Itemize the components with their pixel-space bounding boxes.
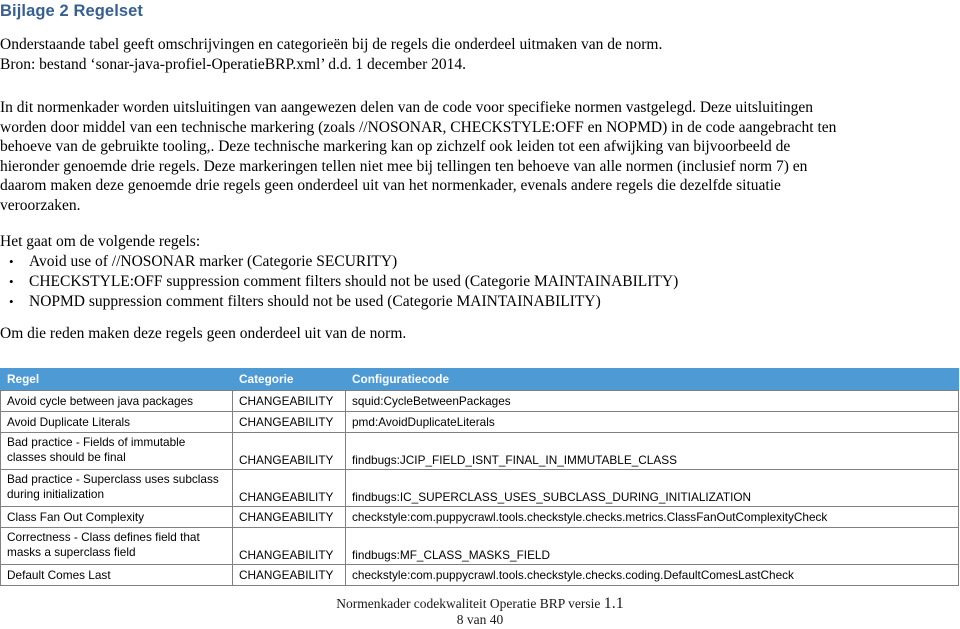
column-header-categorie: Categorie <box>232 368 346 391</box>
cell-regel: Bad practice - Superclass uses subclass … <box>0 469 233 507</box>
cell-configuratiecode: checkstyle:com.puppycrawl.tools.checksty… <box>345 564 959 586</box>
list-closing-text: Om die reden maken deze regels geen onde… <box>0 325 407 342</box>
cell-configuratiecode: checkstyle:com.puppycrawl.tools.checksty… <box>345 506 959 528</box>
cell-regel-line: classes should be final <box>7 449 126 464</box>
cell-categorie: CHANGEABILITY <box>232 469 346 507</box>
intro-line-1: Onderstaande tabel geeft omschrijvingen … <box>0 36 663 53</box>
list-item: • CHECKSTYLE:OFF suppression comment fil… <box>0 272 900 292</box>
cell-regel: Correctness - Class defines field that m… <box>0 527 233 565</box>
cell-regel-line: Avoid Duplicate Literals <box>7 414 131 429</box>
cell-categorie: CHANGEABILITY <box>232 411 346 433</box>
list-item: • Avoid use of //NOSONAR marker (Categor… <box>0 252 900 272</box>
cell-categorie: CHANGEABILITY <box>232 506 346 528</box>
paragraph-line-5: daarom maken deze genoemde drie regels g… <box>0 177 781 195</box>
paragraph-line-6: veroorzaken. <box>0 196 81 214</box>
table-header-row: Regel Categorie Configuratiecode <box>0 368 959 391</box>
cell-regel-line: Bad practice - Fields of immutable <box>7 435 186 449</box>
cell-configuratiecode: findbugs:JCIP_FIELD_ISNT_FINAL_IN_IMMUTA… <box>345 432 959 470</box>
cell-regel-line: Correctness - Class defines field that <box>7 530 200 544</box>
rules-table: Regel Categorie Configuratiecode Avoid c… <box>0 368 959 586</box>
cell-configuratiecode: pmd:AvoidDuplicateLiterals <box>345 411 959 433</box>
document-page: Bijlage 2 Regelset Onderstaande tabel ge… <box>0 0 960 629</box>
cell-categorie: CHANGEABILITY <box>232 390 346 412</box>
paragraph-line-4: hieronder genoemde drie regels. Deze mar… <box>0 157 808 175</box>
table-row: Avoid Duplicate Literals CHANGEABILITY p… <box>0 411 959 433</box>
list-item: • NOPMD suppression comment filters shou… <box>0 292 900 312</box>
exclusion-rules-list: • Avoid use of //NOSONAR marker (Categor… <box>0 252 900 312</box>
cell-categorie: CHANGEABILITY <box>232 432 346 470</box>
paragraph-line-1: In dit normenkader worden uitsluitingen … <box>0 99 814 116</box>
table-body: Avoid cycle between java packages CHANGE… <box>0 390 959 586</box>
cell-categorie: CHANGEABILITY <box>232 564 346 586</box>
list-item-label: NOPMD suppression comment filters should… <box>29 293 601 310</box>
list-item-label: CHECKSTYLE:OFF suppression comment filte… <box>29 273 679 290</box>
cell-regel-line: Bad practice - Superclass uses subclass <box>7 472 219 486</box>
cell-regel: Class Fan Out Complexity <box>0 506 233 528</box>
paragraph-line-2: worden door middel van een technische ma… <box>0 118 837 136</box>
footer-page-number: 8 van 40 <box>456 612 504 627</box>
bullet-icon: • <box>9 274 14 289</box>
cell-configuratiecode: findbugs:MF_CLASS_MASKS_FIELD <box>345 527 959 565</box>
table-row: Bad practice - Fields of immutable class… <box>0 432 959 470</box>
cell-regel: Bad practice - Fields of immutable class… <box>0 432 233 470</box>
cell-regel: Avoid cycle between java packages <box>0 390 233 412</box>
cell-regel-line: Class Fan Out Complexity <box>7 509 145 524</box>
bullet-icon: • <box>9 254 14 269</box>
intro-block: Onderstaande tabel geeft omschrijvingen … <box>0 35 960 75</box>
cell-regel-line: Avoid cycle between java packages <box>7 393 194 408</box>
page-title: Bijlage 2 Regelset <box>0 2 144 20</box>
cell-regel: Default Comes Last <box>0 564 233 586</box>
cell-categorie: CHANGEABILITY <box>232 527 346 565</box>
cell-regel-line: masks a superclass field <box>7 544 136 559</box>
table-header: Regel Categorie Configuratiecode <box>0 368 959 391</box>
bullet-icon: • <box>9 294 14 309</box>
table-row: Bad practice - Superclass uses subclass … <box>0 469 959 507</box>
cell-regel-line: Default Comes Last <box>7 567 111 582</box>
page-footer: Normenkader codekwaliteit Operatie BRP v… <box>0 596 960 628</box>
list-leadin: Het gaat om de volgende regels: <box>0 233 201 250</box>
explanation-paragraph: In dit normenkader worden uitsluitingen … <box>0 98 956 216</box>
column-header-configuratiecode: Configuratiecode <box>345 368 959 391</box>
cell-regel: Avoid Duplicate Literals <box>0 411 233 433</box>
cell-configuratiecode: findbugs:IC_SUPERCLASS_USES_SUBCLASS_DUR… <box>345 469 959 507</box>
table-row: Avoid cycle between java packages CHANGE… <box>0 390 959 412</box>
footer-title-line: Normenkader codekwaliteit Operatie BRP v… <box>0 596 960 612</box>
cell-configuratiecode: squid:CycleBetweenPackages <box>345 390 959 412</box>
paragraph-line-3: behoeve van de gebruikte tooling,. Deze … <box>0 138 791 156</box>
list-item-label: Avoid use of //NOSONAR marker (Categorie… <box>29 253 398 270</box>
table-row: Correctness - Class defines field that m… <box>0 527 959 565</box>
footer-document-name: Normenkader codekwaliteit Operatie BRP v… <box>336 596 601 611</box>
footer-version: 1.1 <box>603 595 624 612</box>
column-header-regel: Regel <box>0 368 233 391</box>
intro-line-2: Bron: bestand ‘sonar-java-profiel-Operat… <box>0 56 466 73</box>
table-row: Class Fan Out Complexity CHANGEABILITY c… <box>0 506 959 528</box>
table-row: Default Comes Last CHANGEABILITY checkst… <box>0 564 959 586</box>
cell-regel-line: during initialization <box>7 486 105 501</box>
